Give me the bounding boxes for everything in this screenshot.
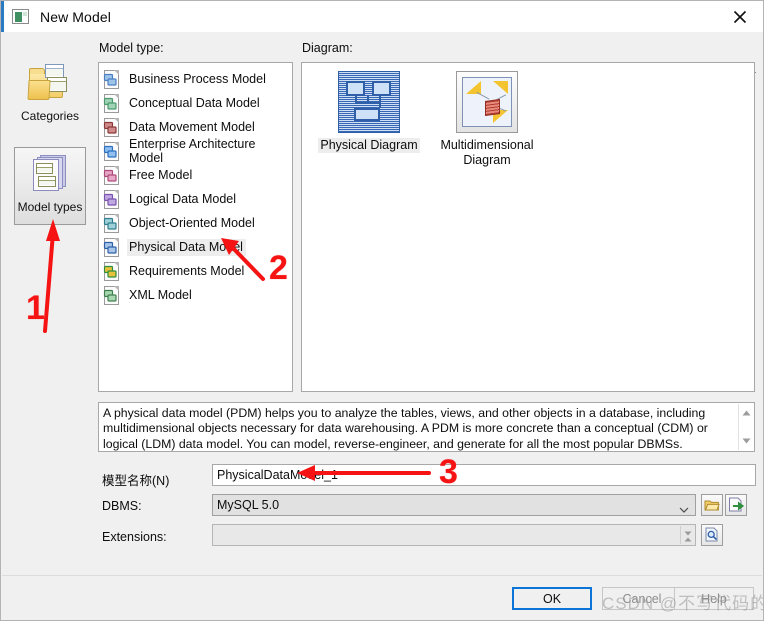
multidimensional-diagram-thumbnail xyxy=(456,71,518,133)
cancel-button[interactable]: Cancel xyxy=(602,587,682,610)
window-title: New Model xyxy=(40,8,111,25)
conceptual-data-model-icon xyxy=(103,93,120,113)
model-name-value: PhysicalDataModel_1 xyxy=(217,468,338,482)
diagram-tile-multidimensional[interactable]: Multidimensional Diagram xyxy=(428,71,546,168)
extensions-spinner[interactable] xyxy=(680,526,694,544)
model-type-list-item-label: Data Movement Model xyxy=(129,119,255,134)
new-model-dialog: New Model Categories Model types Model t… xyxy=(0,0,764,621)
spinner-down-icon[interactable] xyxy=(684,523,692,541)
model-type-list-item-label: XML Model xyxy=(129,287,192,302)
model-type-list-item[interactable]: Business Process Model xyxy=(99,67,292,91)
model-type-list-item[interactable]: Logical Data Model xyxy=(99,187,292,211)
diagram-label: Diagram: xyxy=(302,41,353,55)
model-type-label: Model type: xyxy=(99,41,164,55)
dbms-label: DBMS: xyxy=(102,499,142,513)
logical-data-model-icon xyxy=(103,189,120,209)
model-type-list-item[interactable]: Conceptual Data Model xyxy=(99,91,292,115)
extensions-browse-button[interactable] xyxy=(701,524,723,546)
physical-diagram-thumbnail xyxy=(338,71,400,133)
requirements-model-icon xyxy=(103,261,120,281)
new-model-icon xyxy=(12,9,29,24)
model-type-list-item[interactable]: Object-Oriented Model xyxy=(99,211,292,235)
object-oriented-model-icon xyxy=(103,213,120,233)
model-type-list-item-label: Free Model xyxy=(129,167,193,182)
diagram-gallery[interactable]: Physical Diagram Multidimensional Diagra… xyxy=(301,62,755,392)
dbms-combobox[interactable]: MySQL 5.0 xyxy=(212,494,696,516)
model-type-list-item[interactable]: Free Model xyxy=(99,163,292,187)
physical-data-model-icon xyxy=(103,237,120,257)
enterprise-architecture-model-icon xyxy=(103,141,120,161)
close-icon[interactable] xyxy=(717,1,763,32)
description-scrollbar[interactable] xyxy=(738,404,753,450)
scroll-up-icon[interactable] xyxy=(739,406,754,420)
title-accent-bar xyxy=(1,1,4,32)
description-text: A physical data model (PDM) helps you to… xyxy=(103,406,708,451)
model-type-list-item-label: Object-Oriented Model xyxy=(129,215,255,230)
model-type-list-item-label: Enterprise Architecture Model xyxy=(129,136,256,165)
model-name-input[interactable]: PhysicalDataModel_1 xyxy=(212,464,756,486)
scroll-down-icon[interactable] xyxy=(739,434,754,448)
dbms-value: MySQL 5.0 xyxy=(217,498,280,512)
ok-button[interactable]: OK xyxy=(512,587,592,610)
model-type-list-item[interactable]: XML Model xyxy=(99,283,292,307)
description-box: A physical data model (PDM) helps you to… xyxy=(98,402,755,452)
sidebar-item-categories-label: Categories xyxy=(20,109,80,123)
diagram-tile-physical-label: Physical Diagram xyxy=(318,138,420,153)
magnifier-document-icon xyxy=(702,527,722,542)
folder-open-icon xyxy=(702,498,722,512)
sidebar-item-model-types[interactable]: Model types xyxy=(14,147,86,225)
dialog-footer: OK Cancel Help xyxy=(2,575,762,620)
extensions-label: Extensions: xyxy=(102,530,167,544)
diagram-tile-multidimensional-label: Multidimensional Diagram xyxy=(440,138,534,167)
dbms-import-button[interactable] xyxy=(725,494,747,516)
model-type-list-item[interactable]: Physical Data Model xyxy=(99,235,292,259)
sidebar-item-categories[interactable]: Categories xyxy=(14,57,86,135)
model-type-list-item-label: Requirements Model xyxy=(129,263,245,278)
model-type-list-item-label: Business Process Model xyxy=(129,71,266,86)
categories-folder-icon xyxy=(27,62,73,106)
model-type-list-item-label: Conceptual Data Model xyxy=(129,95,260,110)
xml-model-icon xyxy=(103,285,120,305)
left-nav-strip: Categories Model types xyxy=(7,57,93,347)
import-arrow-icon xyxy=(726,497,746,512)
model-type-list-item[interactable]: Enterprise Architecture Model xyxy=(99,137,292,165)
chevron-down-icon[interactable] xyxy=(679,502,689,516)
model-type-list-item-label: Physical Data Model xyxy=(127,238,246,256)
free-model-icon xyxy=(103,165,120,185)
extensions-input[interactable] xyxy=(212,524,696,546)
sidebar-item-model-types-label: Model types xyxy=(17,200,83,214)
diagram-tile-physical[interactable]: Physical Diagram xyxy=(310,71,428,153)
title-bar: New Model xyxy=(1,1,763,32)
model-type-list[interactable]: Business Process Model Conceptual Data Mo… xyxy=(98,62,293,392)
business-process-model-icon xyxy=(103,69,120,89)
model-name-label: 模型名称(N) xyxy=(102,474,170,488)
dialog-body: Categories Model types Model type: Busin… xyxy=(2,32,762,575)
dbms-browse-button[interactable] xyxy=(701,494,723,516)
help-button[interactable]: Help xyxy=(674,587,754,610)
model-types-stack-icon xyxy=(27,153,73,197)
model-type-list-item-label: Logical Data Model xyxy=(129,191,237,206)
data-movement-model-icon xyxy=(103,117,120,137)
model-type-list-item[interactable]: Requirements Model xyxy=(99,259,292,283)
